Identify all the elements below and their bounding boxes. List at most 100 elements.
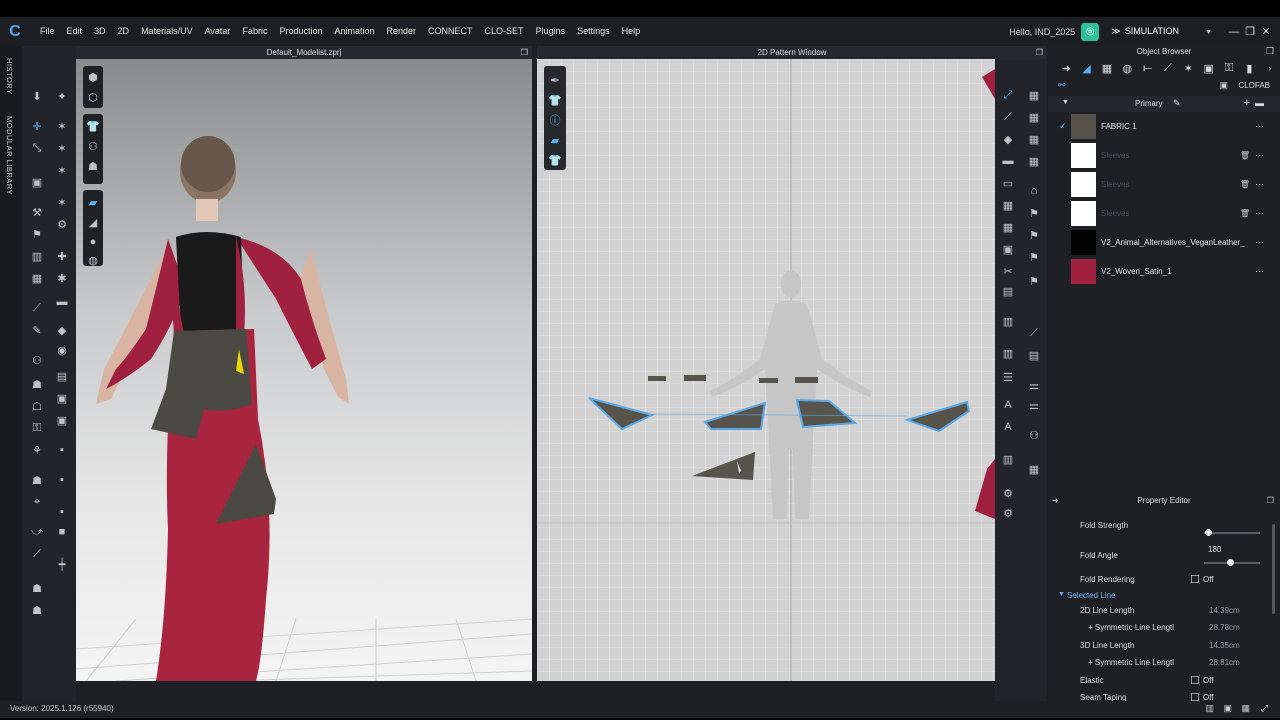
fabric-swatch[interactable] xyxy=(1071,172,1096,197)
fabric-swatch[interactable] xyxy=(1071,143,1096,168)
layout-single-icon[interactable]: ▥ xyxy=(1205,703,1214,714)
menu-plugins[interactable]: Plugins xyxy=(530,17,572,46)
target-icon[interactable]: ⌖ xyxy=(28,494,46,510)
cut-icon[interactable]: ▣ xyxy=(53,390,71,406)
menu-materials-uv[interactable]: Materials/UV xyxy=(135,17,199,46)
menu-2d[interactable]: 2D xyxy=(112,17,136,46)
view2d-maximize-icon[interactable]: ❐ xyxy=(1036,46,1043,59)
account-icon[interactable]: ◎ xyxy=(1081,22,1100,41)
topstitch-icon[interactable]: ⚌ xyxy=(1025,377,1043,393)
fold-icon[interactable]: ✂ xyxy=(999,263,1017,279)
avatar-icon[interactable]: ☗ xyxy=(28,472,46,488)
avatar-model[interactable] xyxy=(76,59,532,681)
figure-alt-icon[interactable]: ☗ xyxy=(28,602,46,618)
fabric-swatch[interactable] xyxy=(1071,114,1096,139)
light-icon[interactable]: ● xyxy=(84,234,102,250)
fabric-icon[interactable]: ⚘ xyxy=(28,442,46,458)
grid-view-icon[interactable]: ▦ xyxy=(1025,461,1043,477)
tape-icon[interactable]: ▤ xyxy=(53,368,71,384)
surface-icon[interactable]: ◢ xyxy=(84,214,102,230)
notch-icon[interactable]: ⚑ xyxy=(1025,205,1043,221)
layout-grid-icon[interactable]: ▦ xyxy=(1241,703,1250,714)
delete-fabric-icon[interactable]: 🗑 xyxy=(1240,199,1250,228)
check-sew-icon[interactable]: ⚑ xyxy=(1025,273,1043,289)
solid-icon[interactable]: ▪ xyxy=(53,442,71,458)
garment-outline-icon[interactable]: 👕 xyxy=(546,152,564,168)
text-icon[interactable]: A xyxy=(999,397,1017,413)
tuck-icon[interactable]: ▤ xyxy=(999,283,1017,299)
grading-icon[interactable]: ▥ xyxy=(999,345,1017,361)
avatar-pose-icon[interactable]: ✦ xyxy=(53,88,71,104)
history-tab[interactable]: HISTORY xyxy=(5,58,14,95)
trim-tab-icon[interactable]: ▣ xyxy=(1199,62,1219,75)
colorway-icon[interactable]: ⚯ xyxy=(1058,80,1066,91)
clofab-label[interactable]: CLOFAB xyxy=(1238,81,1270,90)
menu-settings[interactable]: Settings xyxy=(571,17,616,46)
layer-icon[interactable]: ▣ xyxy=(53,412,71,428)
person-icon[interactable]: ☗ xyxy=(84,158,102,174)
view3d-maximize-icon[interactable]: ❐ xyxy=(521,46,528,59)
pin-icon[interactable]: ✶ xyxy=(53,162,71,178)
hang-icon[interactable]: ✶ xyxy=(53,140,71,156)
restore-icon[interactable]: ❐ xyxy=(1242,25,1258,38)
zipper-icon[interactable]: ☗ xyxy=(28,376,46,392)
fabric-row[interactable]: Sleeves 🗑 ··· xyxy=(1048,170,1280,199)
stitch-pattern-icon[interactable]: ⚌ xyxy=(1025,397,1043,413)
mode-selector[interactable]: ≫ SIMULATION ▼ xyxy=(1111,26,1212,37)
viewport-2d[interactable]: ✒ 👕 ⓘ ▰ 👕 xyxy=(537,59,995,681)
rename-pencil-icon[interactable]: ✎ xyxy=(1173,98,1181,109)
curve-icon[interactable]: ⤻ xyxy=(28,524,46,540)
layout-split-icon[interactable]: ▣ xyxy=(1223,703,1232,714)
edit-pattern-icon[interactable]: ▦ xyxy=(1025,87,1043,103)
more-options-icon[interactable]: ··· xyxy=(1255,228,1264,257)
delete-fabric-icon[interactable]: 🗑 xyxy=(1240,141,1250,170)
fold-icon[interactable]: ▣ xyxy=(28,174,46,190)
table-icon[interactable]: ▥ xyxy=(999,451,1017,467)
fabric-tab-icon[interactable]: ◢ xyxy=(1076,62,1096,75)
trim-icon[interactable]: ◆ xyxy=(53,322,71,338)
pose-icon[interactable]: ☖ xyxy=(28,398,46,414)
zip-icon[interactable]: ⚙ xyxy=(999,505,1017,521)
button-icon[interactable]: ⚙ xyxy=(999,485,1017,501)
info-icon[interactable]: ⓘ xyxy=(546,112,564,128)
measure-icon[interactable]: ✱ xyxy=(53,270,71,286)
colorway-primary-row[interactable]: ▼ Primary ✎ + ▬ xyxy=(1048,96,1280,112)
fabric-row[interactable]: Sleeves 🗑 ··· xyxy=(1048,199,1280,228)
curve-point-icon[interactable]: ▦ xyxy=(1025,109,1043,125)
shirt-icon[interactable]: 👕 xyxy=(546,92,564,108)
folder-icon[interactable]: ▬ xyxy=(1255,98,1264,108)
menu-avatar[interactable]: Avatar xyxy=(199,17,237,46)
minimize-icon[interactable]: — xyxy=(1226,26,1242,38)
fabric-row[interactable]: ✓ FABRIC 1 ··· xyxy=(1048,112,1280,141)
menu-connect[interactable]: CONNECT xyxy=(422,17,479,46)
fabric-swatch[interactable] xyxy=(1071,201,1096,226)
more-options-icon[interactable]: ··· xyxy=(1255,141,1264,170)
line-icon[interactable]: ⟋ xyxy=(28,300,46,316)
add-fabric-icon[interactable]: + xyxy=(1244,97,1250,109)
cube-icon[interactable]: ⬢ xyxy=(84,69,102,85)
menu-render[interactable]: Render xyxy=(381,17,423,46)
cube-outline-icon[interactable]: ⬡ xyxy=(84,89,102,105)
line-tab-icon[interactable]: ⟝ xyxy=(1137,62,1157,75)
button-tab-icon[interactable]: ◍ xyxy=(1117,62,1137,75)
fill-square-icon[interactable]: ■ xyxy=(53,524,71,540)
zipper-tab-icon[interactable]: ⚿ xyxy=(1219,62,1239,75)
delete-fabric-icon[interactable]: 🗑 xyxy=(1240,170,1250,199)
rect-icon[interactable]: ▦ xyxy=(1025,131,1043,147)
property-editor-maximize-icon[interactable]: ❐ xyxy=(1267,494,1274,507)
baseline-icon[interactable]: ▤ xyxy=(1025,347,1043,363)
internal-icon[interactable]: ▭ xyxy=(999,175,1017,191)
edit-icon[interactable]: ⚒ xyxy=(28,204,46,220)
fold-strength-knob[interactable] xyxy=(1205,529,1212,536)
arrow-down-icon[interactable]: ⬇ xyxy=(28,88,46,104)
menu-edit[interactable]: Edit xyxy=(61,17,89,46)
circle-icon[interactable]: ▦ xyxy=(1025,153,1043,169)
sew-icon[interactable]: ⚑ xyxy=(1025,227,1043,243)
people-icon[interactable]: ⚇ xyxy=(84,138,102,154)
lock-icon[interactable]: ⚿ xyxy=(28,420,46,436)
segment-icon[interactable]: ⚑ xyxy=(28,226,46,242)
more-options-icon[interactable]: ··· xyxy=(1255,170,1264,199)
fabric-row[interactable]: Sleeves 🗑 ··· xyxy=(1048,141,1280,170)
seam-icon[interactable]: ▦ xyxy=(999,219,1017,235)
seam-taping-checkbox[interactable] xyxy=(1191,693,1199,701)
